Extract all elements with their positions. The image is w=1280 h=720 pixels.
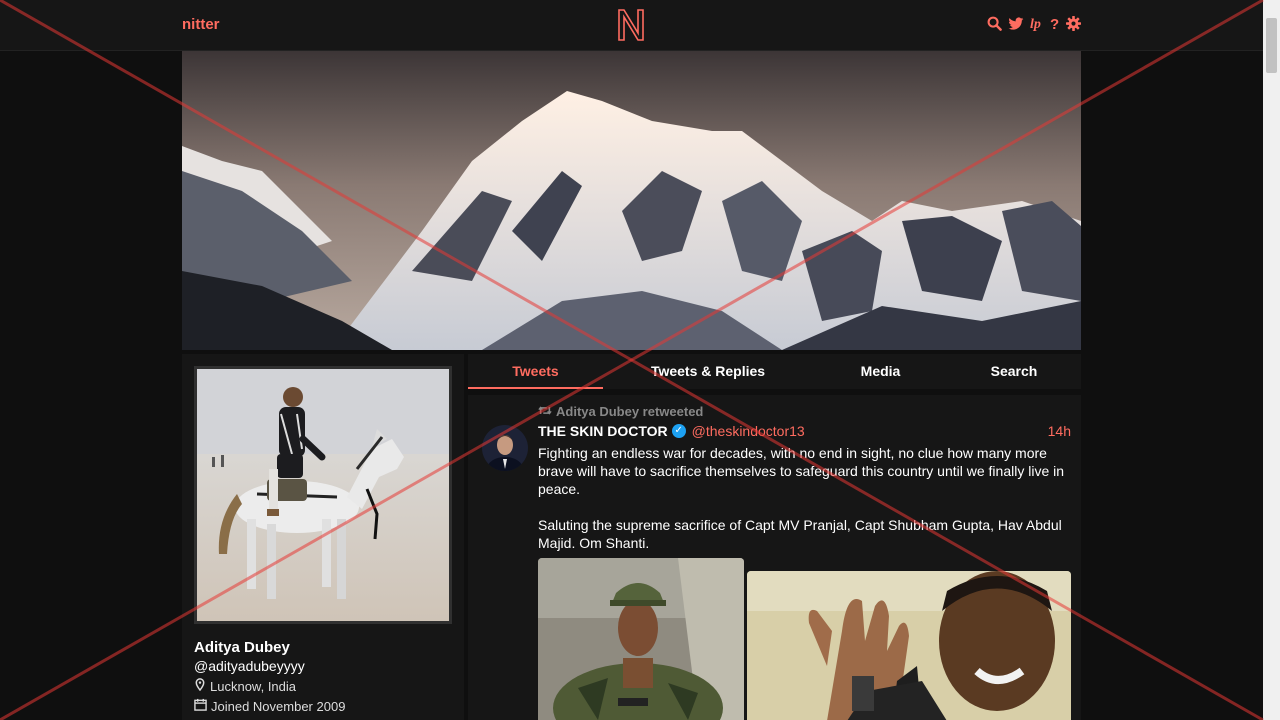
calendar-icon	[194, 698, 207, 714]
banner-mountain-image	[182, 51, 1081, 350]
tab-tweets-replies[interactable]: Tweets & Replies	[638, 354, 778, 389]
tweet-timestamp[interactable]: 14h	[1048, 423, 1071, 439]
gear-icon[interactable]	[1066, 16, 1081, 35]
tweet-avatar[interactable]	[482, 425, 528, 471]
svg-text:?: ?	[1050, 16, 1059, 31]
soldier-waving-image	[747, 571, 1071, 720]
profile-avatar[interactable]	[194, 366, 452, 624]
profile-banner[interactable]	[182, 51, 1081, 350]
verified-badge-icon: ✓	[671, 424, 686, 438]
search-icon[interactable]	[987, 16, 1002, 35]
tweet-header: THE SKIN DOCTOR ✓ @theskindoctor13	[538, 423, 805, 439]
location-pin-icon	[194, 678, 206, 694]
retweet-header: Aditya Dubey retweeted	[538, 404, 703, 419]
tweet-avatar-image	[482, 425, 528, 471]
top-navbar: nitter lp ?	[0, 0, 1263, 51]
profile-joindate-text: Joined November 2009	[211, 698, 346, 714]
nav-icon-bar: lp ?	[987, 16, 1081, 35]
avatar-horse-rider-image	[197, 369, 449, 621]
retweet-icon	[538, 404, 552, 419]
tweet-media-image-2[interactable]	[747, 571, 1071, 720]
scrollbar-thumb[interactable]	[1266, 18, 1277, 73]
profile-username[interactable]: @adityadubeyyyy	[194, 658, 305, 674]
timeline: Aditya Dubey retweeted THE SKIN DOCTOR ✓…	[468, 395, 1081, 720]
profile-joindate: Joined November 2009	[194, 698, 345, 714]
tweet-handle[interactable]: @theskindoctor13	[692, 423, 805, 439]
nitter-logo-icon	[618, 9, 644, 41]
brand-link[interactable]: nitter	[182, 16, 220, 33]
tweet-fullname[interactable]: THE SKIN DOCTOR	[538, 423, 668, 439]
tab-media[interactable]: Media	[838, 354, 923, 389]
nitter-logo[interactable]	[617, 8, 645, 45]
page-scrollbar[interactable]	[1263, 0, 1280, 720]
tweet-media-image-1[interactable]	[538, 558, 744, 720]
retweet-label[interactable]: Aditya Dubey retweeted	[556, 404, 703, 419]
tab-tweets[interactable]: Tweets	[468, 354, 603, 389]
profile-fullname[interactable]: Aditya Dubey	[194, 639, 290, 656]
profile-location: Lucknow, India	[194, 678, 296, 694]
info-icon[interactable]: ?	[1050, 16, 1060, 35]
profile-card: Aditya Dubey @adityadubeyyyy Lucknow, In…	[182, 354, 464, 720]
rss-icon[interactable]: lp	[1030, 16, 1044, 35]
svg-text:lp: lp	[1030, 17, 1041, 31]
soldier-portrait-image	[538, 558, 744, 720]
tweet-text: Fighting an endless war for decades, wit…	[538, 445, 1065, 551]
twitter-bird-icon[interactable]	[1008, 16, 1024, 35]
tab-search[interactable]: Search	[973, 354, 1055, 389]
profile-location-text: Lucknow, India	[210, 678, 297, 694]
timeline-tabs: Tweets Tweets & Replies Media Search	[468, 354, 1081, 389]
